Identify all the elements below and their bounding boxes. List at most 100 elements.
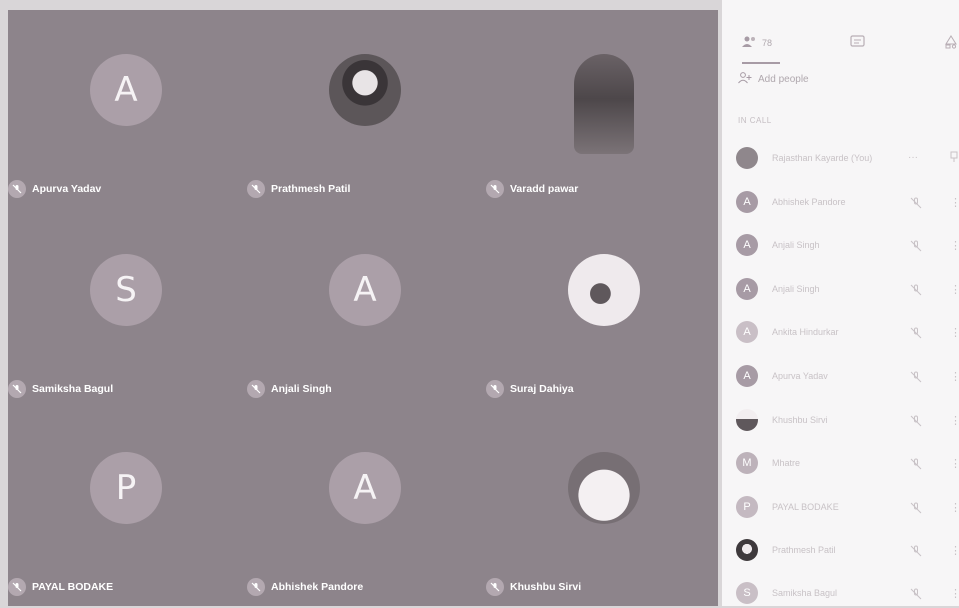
more-vert-icon[interactable]: ⋮ [950, 414, 959, 427]
video-tile[interactable]: Varadd pawar [486, 10, 722, 208]
add-people-button[interactable]: Add people [738, 72, 809, 87]
participant-avatar: A [329, 254, 401, 326]
tile-footer: Anjali Singh [247, 380, 332, 398]
participant-name: Ankita Hindurkar [772, 327, 839, 337]
participant-name: Prathmesh Patil [772, 545, 836, 555]
people-panel: 78 Add people IN CALL Rajasthan Kayarde … [722, 0, 959, 606]
participant-row[interactable]: A Anjali Singh ⋮ [736, 230, 959, 260]
tile-footer: Khushbu Sirvi [486, 578, 581, 596]
mic-off-icon [910, 283, 922, 296]
mic-off-icon [8, 180, 26, 198]
tile-footer: PAYAL BODAKE [8, 578, 113, 596]
video-tile[interactable]: Prathmesh Patil [247, 10, 483, 208]
participant-name: Mhatre [772, 458, 801, 468]
more-vert-icon[interactable]: ⋮ [950, 239, 959, 252]
participant-row[interactable]: S Samiksha Bagul ⋮ [736, 578, 959, 608]
participant-name: Suraj Dahiya [510, 383, 574, 395]
tab-people[interactable]: 78 [742, 26, 781, 64]
participant-avatar: P [736, 496, 758, 518]
participant-row[interactable]: A Apurva Yadav ⋮ [736, 361, 959, 391]
participant-name: Rajasthan Kayarde (You) [772, 153, 873, 163]
participant-name: Anjali Singh [772, 240, 820, 250]
participant-name: PAYAL BODAKE [772, 502, 839, 512]
participant-avatar: A [736, 365, 758, 387]
mic-off-icon [247, 380, 265, 398]
participant-avatar [736, 539, 758, 561]
tile-footer: Abhishek Pandore [247, 578, 363, 596]
person-add-icon [738, 72, 752, 87]
participant-avatar: A [736, 234, 758, 256]
more-vert-icon[interactable]: ⋮ [950, 196, 959, 209]
video-tile[interactable]: Khushbu Sirvi [486, 408, 722, 606]
participant-name: Samiksha Bagul [772, 588, 838, 598]
tab-chat[interactable] [850, 26, 866, 60]
participant-name: Abhishek Pandore [271, 581, 364, 593]
more-vert-icon[interactable]: ⋮ [950, 326, 959, 339]
mic-off-icon [486, 180, 504, 198]
participant-name: Apurva Yadav [772, 371, 828, 381]
participant-name: Anjali Singh [772, 284, 820, 294]
more-vert-icon[interactable]: ⋮ [950, 283, 959, 296]
participant-row[interactable]: A Anjali Singh ⋮ [736, 274, 959, 304]
video-tile[interactable]: A Abhishek Pandore [247, 408, 483, 606]
participant-row[interactable]: Rajasthan Kayarde (You) ··· [736, 143, 959, 173]
participant-avatar: M [736, 452, 758, 474]
participant-row[interactable]: A Ankita Hindurkar ⋮ [736, 317, 959, 347]
participant-photo [574, 54, 634, 154]
more-vert-icon[interactable]: ⋮ [950, 587, 959, 600]
participant-row[interactable]: A Abhishek Pandore ⋮ [736, 187, 959, 217]
mic-off-icon [486, 578, 504, 596]
participant-row[interactable]: Khushbu Sirvi ⋮ [736, 405, 959, 435]
participant-name: Apurva Yadav [32, 183, 102, 195]
participant-row[interactable]: M Mhatre ⋮ [736, 448, 959, 478]
more-vert-icon[interactable]: ⋮ [950, 370, 959, 383]
add-people-label: Add people [758, 74, 809, 85]
participant-name: Abhishek Pandore [772, 197, 846, 207]
tile-footer: Suraj Dahiya [486, 380, 574, 398]
tile-footer: Prathmesh Patil [247, 180, 350, 198]
participant-name: Samiksha Bagul [32, 383, 114, 395]
participant-avatar: A [736, 278, 758, 300]
mic-off-icon [910, 587, 922, 600]
more-vert-icon[interactable]: ⋮ [950, 544, 959, 557]
mic-off-icon [8, 380, 26, 398]
video-grid: A Apurva Yadav Prathmesh Patil Varadd pa… [8, 10, 718, 606]
people-icon [742, 36, 758, 50]
mic-off-icon [910, 501, 922, 514]
participant-avatar: P [90, 452, 162, 524]
section-header: IN CALL [738, 116, 772, 125]
mic-off-icon [910, 196, 922, 209]
participant-name: Khushbu Sirvi [772, 415, 828, 425]
pin-icon[interactable] [950, 151, 958, 166]
mic-off-icon [910, 239, 922, 252]
participant-row[interactable]: P PAYAL BODAKE ⋮ [736, 492, 959, 522]
mic-off-icon [247, 180, 265, 198]
mic-off-icon [8, 578, 26, 596]
video-tile[interactable]: P PAYAL BODAKE [8, 408, 244, 606]
participant-avatar: A [90, 54, 162, 126]
more-vert-icon[interactable]: ⋮ [950, 501, 959, 514]
video-tile[interactable]: S Samiksha Bagul [8, 210, 244, 408]
participant-count: 78 [762, 38, 773, 48]
mic-off-icon [910, 457, 922, 470]
participant-name: Prathmesh Patil [271, 183, 351, 195]
participant-avatar [736, 147, 758, 169]
tab-activities[interactable] [944, 26, 958, 60]
participant-name: Varadd pawar [510, 183, 579, 195]
more-options-icon[interactable]: ··· [908, 152, 920, 164]
participant-photo [568, 452, 640, 524]
video-tile[interactable]: Suraj Dahiya [486, 210, 722, 408]
participant-avatar: A [329, 452, 401, 524]
chat-icon [850, 35, 866, 51]
participant-avatar: S [90, 254, 162, 326]
participant-avatar: S [736, 582, 758, 604]
video-tile[interactable]: A Apurva Yadav [8, 10, 244, 208]
more-vert-icon[interactable]: ⋮ [950, 457, 959, 470]
mic-off-icon [910, 326, 922, 339]
participant-name: Anjali Singh [271, 383, 332, 395]
participant-avatar [736, 409, 758, 431]
participant-photo [329, 54, 401, 126]
mic-off-icon [486, 380, 504, 398]
participant-row[interactable]: Prathmesh Patil ⋮ [736, 535, 959, 565]
video-tile[interactable]: A Anjali Singh [247, 210, 483, 408]
